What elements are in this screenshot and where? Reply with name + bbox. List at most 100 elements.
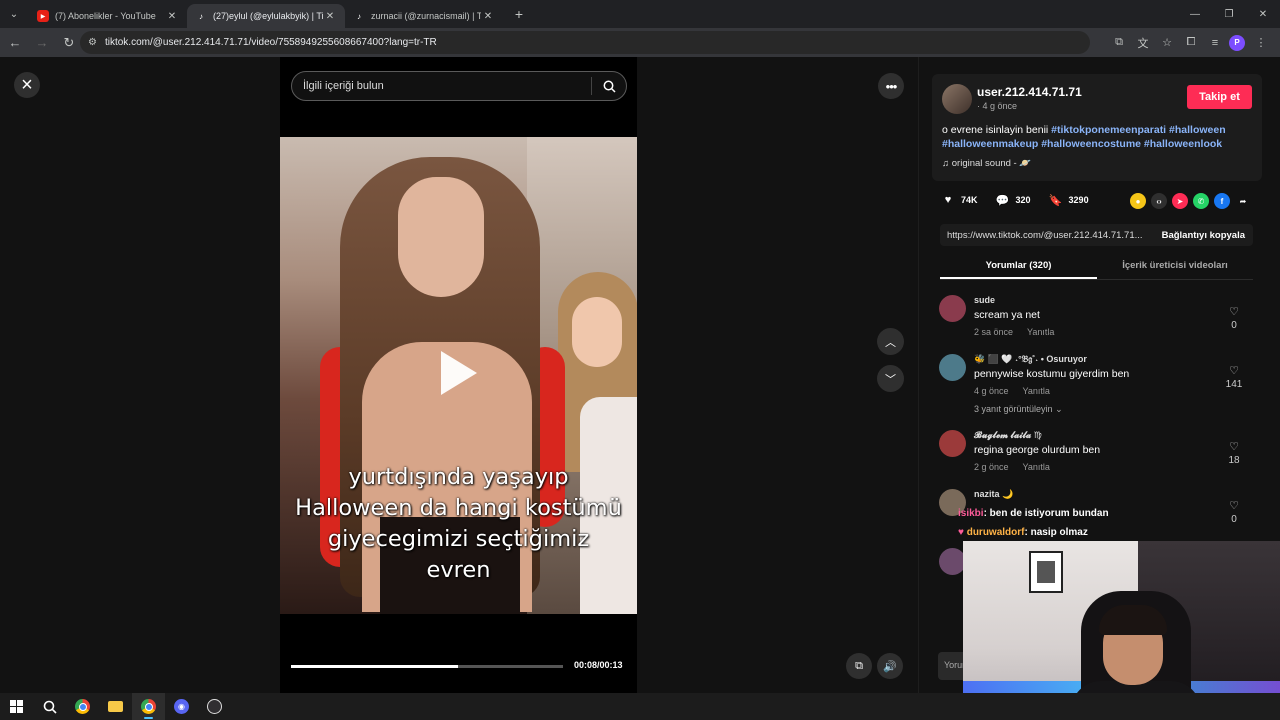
send-icon[interactable]: ➤: [1172, 193, 1188, 209]
caption-line: evren: [426, 557, 491, 583]
comment-username[interactable]: nazita 🌙: [974, 489, 1013, 500]
sound-link[interactable]: ♫ original sound - 🪐: [942, 158, 1031, 169]
close-window-icon[interactable]: ✕: [1246, 0, 1280, 28]
close-tab-icon[interactable]: ✕: [323, 11, 337, 22]
comment-like-icon[interactable]: ♡: [1223, 499, 1245, 512]
comment-username[interactable]: sude: [974, 295, 995, 305]
hashtag[interactable]: #halloweencostume: [1041, 138, 1141, 150]
comment-like-icon[interactable]: ♡: [1223, 440, 1245, 453]
reply-button[interactable]: Yanıtla: [1023, 462, 1050, 472]
view-replies-button[interactable]: 3 yanıt görüntüleyin ⌄: [974, 404, 1063, 415]
obs-taskbar-icon[interactable]: [198, 693, 231, 720]
windows-taskbar: ◉: [0, 693, 1280, 720]
restore-icon[interactable]: ❐: [1212, 0, 1246, 28]
floating-player-button[interactable]: ⧉: [846, 653, 872, 679]
share-icons: ● ‹› ➤ ✆ f ➦: [1130, 193, 1256, 209]
panel-tabs: Yorumlar (320) İçerik üreticisi videolar…: [940, 256, 1253, 280]
extensions-icon[interactable]: ⧠: [1180, 32, 1202, 54]
caption-line: giyecegimizi seçtiğimiz: [327, 526, 590, 552]
menu-kebab-icon[interactable]: ⋮: [1250, 32, 1272, 54]
heart-icon: ♥: [958, 527, 967, 538]
chat-username: duruwaldorf: [966, 527, 1025, 538]
profile-avatar[interactable]: P: [1229, 34, 1245, 51]
comment-like-icon[interactable]: ♡: [1223, 364, 1245, 377]
chat-message: ♥ duruwaldorf: nasip olmaz: [958, 523, 1109, 542]
close-icon: ×: [21, 74, 33, 96]
whatsapp-icon[interactable]: ✆: [1193, 193, 1209, 209]
facebook-icon[interactable]: f: [1214, 193, 1230, 209]
reply-button[interactable]: Yanıtla: [1027, 327, 1054, 337]
media-controls-icon[interactable]: ≡: [1204, 32, 1226, 54]
comment-username[interactable]: 🐝 ⬛ 🤍 ˖°𝔅𝔤˚˖ • Osuruyor: [974, 354, 1087, 365]
more-options-button[interactable]: •••: [878, 73, 904, 99]
comment-username[interactable]: 𝓑𝓾𝓰𝓵𝓮𝓶 𝓵𝓪𝓲𝓵𝓪 ♍: [974, 430, 1042, 441]
browser-tab-youtube[interactable]: ▶ (7) Abonelikler - YouTube ✕: [29, 4, 187, 28]
install-app-icon[interactable]: ⧉: [1108, 32, 1130, 54]
close-tab-icon[interactable]: ✕: [481, 11, 495, 22]
comment-avatar[interactable]: [939, 295, 966, 322]
back-icon[interactable]: ←: [3, 31, 27, 55]
creator-username[interactable]: user.212.414.71.71: [977, 85, 1082, 99]
share-arrow-icon[interactable]: ➦: [1235, 193, 1251, 209]
video-progress-bar[interactable]: [291, 665, 563, 668]
url-bar[interactable]: ⚙ tiktok.com/@user.212.414.71.71/video/7…: [80, 31, 1090, 54]
url-text: tiktok.com/@user.212.414.71.71/video/755…: [104, 37, 437, 48]
related-search-input[interactable]: İlgili içeriği bulun: [291, 71, 627, 101]
chrome-active-taskbar-icon[interactable]: [132, 693, 165, 720]
comment-like-count: 141: [1225, 379, 1243, 390]
comment-input[interactable]: Yorum: [938, 652, 964, 680]
heart-icon[interactable]: ♥: [941, 193, 955, 207]
creator-avatar[interactable]: [942, 84, 972, 114]
close-viewer-button[interactable]: ×: [14, 72, 40, 98]
comment-meta: 4 g önce Yanıtla: [974, 386, 1050, 396]
hashtag[interactable]: #tiktokponemeenparati: [1051, 124, 1166, 136]
chat-text: : ben de istiyorum bundan: [983, 508, 1109, 519]
taskbar-search-icon[interactable]: [33, 693, 66, 720]
volume-button[interactable]: 🔊: [877, 653, 903, 679]
next-video-button[interactable]: ﹀: [877, 365, 904, 392]
follow-button[interactable]: Takip et: [1187, 85, 1252, 109]
chat-message: isikbi: ben de istiyorum bundan: [958, 504, 1109, 523]
tab-comments[interactable]: Yorumlar (320): [940, 260, 1097, 271]
forward-icon[interactable]: →: [30, 31, 54, 55]
previous-video-button[interactable]: ︿: [877, 328, 904, 355]
bookmark-star-icon[interactable]: ☆: [1156, 32, 1178, 54]
hashtag[interactable]: #halloween: [1169, 124, 1226, 136]
youtube-icon: ▶: [37, 10, 49, 22]
copy-link-button[interactable]: Bağlantıyı kopyala: [1154, 230, 1253, 241]
browser-tab-tiktok-active[interactable]: ♪ (27)eylul (@eylulakbyik) | TikTok ✕: [187, 4, 345, 28]
reload-icon[interactable]: ↻: [57, 31, 81, 55]
obs-icon: [207, 699, 222, 714]
bookmark-icon[interactable]: 🔖: [1049, 193, 1063, 207]
discord-taskbar-icon[interactable]: ◉: [165, 693, 198, 720]
chrome-taskbar-icon[interactable]: [66, 693, 99, 720]
close-tab-icon[interactable]: ✕: [165, 11, 179, 22]
tab-creator-videos[interactable]: İçerik üreticisi videoları: [1097, 260, 1253, 271]
comment-avatar[interactable]: [939, 430, 966, 457]
translate-icon[interactable]: 文: [1132, 32, 1154, 54]
comment-text: scream ya net: [974, 309, 1040, 321]
active-tab-underline: [940, 277, 1097, 279]
video-frame[interactable]: yurtdışında yaşayıp Halloween da hangi k…: [280, 137, 637, 614]
webcam-wall-poster: [1029, 551, 1063, 593]
hashtag[interactable]: #halloweenmakeup: [942, 138, 1038, 150]
hashtag[interactable]: #halloweenlook: [1144, 138, 1222, 150]
new-tab-button[interactable]: +: [507, 6, 531, 22]
minimize-icon[interactable]: —: [1178, 0, 1212, 28]
browser-tab-tiktok[interactable]: ♪ zurnacii (@zurnacismail) | TikTok ✕: [345, 4, 503, 28]
site-info-icon[interactable]: ⚙: [88, 37, 97, 48]
reply-button[interactable]: Yanıtla: [1023, 386, 1050, 396]
gift-coin-icon[interactable]: ●: [1130, 193, 1146, 209]
comment-like-icon[interactable]: ♡: [1223, 305, 1245, 318]
chat-text: : nasip olmaz: [1024, 527, 1088, 538]
caption-line: Halloween da hangi kostümü: [295, 495, 622, 521]
tab-search-icon[interactable]: ⌄: [3, 3, 25, 25]
comment-icon[interactable]: 💬: [996, 193, 1010, 207]
comment-avatar[interactable]: [939, 354, 966, 381]
embed-code-icon[interactable]: ‹›: [1151, 193, 1167, 209]
play-icon[interactable]: [441, 351, 477, 395]
planet-icon: 🪐: [1019, 158, 1032, 169]
windows-start-icon[interactable]: [0, 693, 33, 720]
search-icon[interactable]: [592, 80, 626, 93]
file-explorer-icon[interactable]: [99, 693, 132, 720]
